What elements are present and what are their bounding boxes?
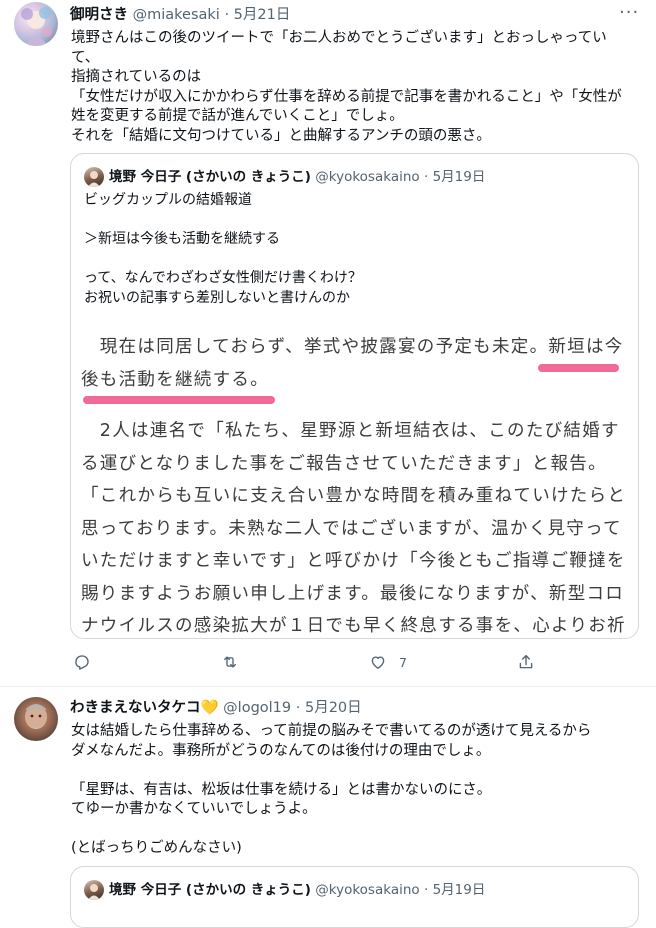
avatar-illustration xyxy=(21,7,52,46)
quoted-handle: @kyokosakaino xyxy=(315,169,420,185)
quoted-header: 境野 今日子 (さかいの きょうこ) @kyokosakaino · 5月19日 xyxy=(109,169,486,185)
quoted-tweet[interactable]: 境野 今日子 (さかいの きょうこ) @kyokosakaino · 5月19日 xyxy=(70,866,639,928)
highlight-underline xyxy=(83,396,275,404)
avatar[interactable] xyxy=(14,2,58,46)
handle[interactable]: @miakesaki xyxy=(133,7,220,23)
quoted-timestamp: 5月19日 xyxy=(432,169,486,185)
share-button[interactable] xyxy=(517,653,535,671)
like-button[interactable]: 7 xyxy=(369,653,407,671)
quoted-display-name: 境野 今日子 (さかいの きょうこ) xyxy=(109,169,311,185)
tweet-text: 女は結婚したら仕事辞める、って前提の脳みそで書いてるのが透けて見えるから ダメな… xyxy=(71,723,592,856)
quoted-handle: @kyokosakaino xyxy=(315,882,420,898)
share-icon xyxy=(519,654,533,669)
handle[interactable]: @logol19 xyxy=(223,700,291,716)
retweet-icon xyxy=(224,656,236,668)
highlight-underline xyxy=(538,364,619,372)
display-name[interactable]: わきまえないタケコ💛 xyxy=(70,700,219,716)
quoted-header: 境野 今日子 (さかいの きょうこ) @kyokosakaino · 5月19日 xyxy=(109,882,486,898)
like-count: 7 xyxy=(399,654,407,670)
quoted-image[interactable]: 現在は同居しておらず、挙式や披露宴の予定も未定。新垣は今後も活動を継続する。 2… xyxy=(75,326,633,638)
more-dots-icon[interactable]: ··· xyxy=(619,2,639,23)
avatar-illustration xyxy=(25,704,47,729)
action-bar: 7 xyxy=(70,650,550,674)
tweet[interactable]: わきまえないタケコ💛 @logol19 · 5月20日 女は結婚したら仕事辞める… xyxy=(0,687,656,928)
tweet-text: 境野さんはこの後のツイートで「お二人おめでとうございます」とおっしゃってい て、… xyxy=(71,30,622,144)
timestamp[interactable]: 5月20日 xyxy=(305,700,362,716)
quoted-avatar-illustration xyxy=(88,171,100,187)
quoted-avatar-illustration xyxy=(88,884,100,900)
article-paragraph: 2人は連名で「私たち、星野源と新垣結衣は、このたび結婚する運びとなりました事をご… xyxy=(81,421,627,636)
quoted-avatar xyxy=(84,167,104,187)
tweet-header: 御明さき @miakesaki · 5月21日 xyxy=(70,7,291,23)
quoted-display-name: 境野 今日子 (さかいの きょうこ) xyxy=(109,882,311,898)
quoted-avatar xyxy=(84,880,104,900)
quoted-timestamp: 5月19日 xyxy=(432,882,486,898)
timestamp[interactable]: 5月21日 xyxy=(234,7,291,23)
avatar[interactable] xyxy=(14,697,58,741)
retweet-button[interactable] xyxy=(221,653,239,671)
tweet-header: わきまえないタケコ💛 @logol19 · 5月20日 xyxy=(70,700,362,716)
quoted-text: ビッグカップルの結婚報道 ＞新垣は今後も活動を継続する って、なんでわざわざ女性… xyxy=(84,192,362,306)
heart-icon xyxy=(371,656,385,669)
tweet[interactable]: 御明さき @miakesaki · 5月21日 ··· 境野さんはこの後のツイー… xyxy=(0,0,656,686)
display-name[interactable]: 御明さき xyxy=(70,7,128,23)
quoted-tweet[interactable]: 境野 今日子 (さかいの きょうこ) @kyokosakaino · 5月19日… xyxy=(70,153,639,639)
reply-icon xyxy=(75,655,89,670)
reply-button[interactable] xyxy=(73,653,91,671)
